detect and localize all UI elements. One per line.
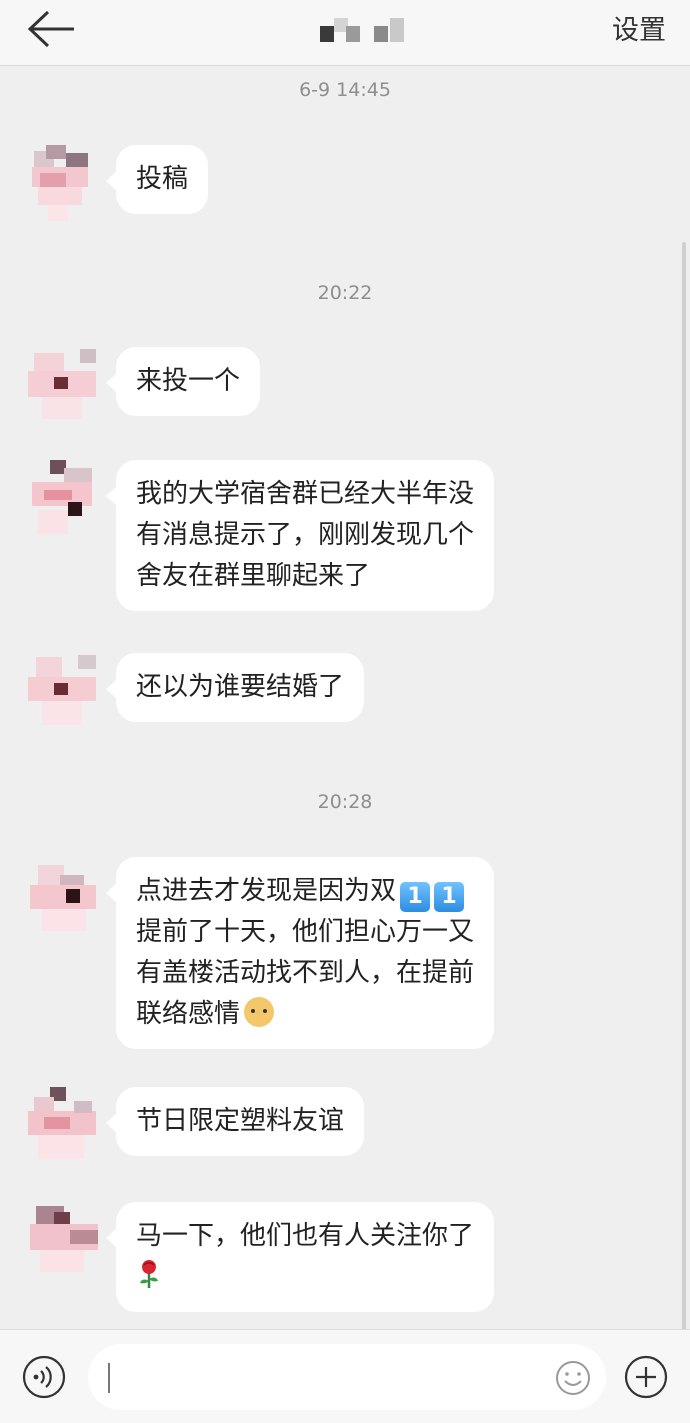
message-bubble[interactable]: 节日限定塑料友谊 <box>105 1087 365 1156</box>
avatar[interactable] <box>24 1200 104 1280</box>
avatar[interactable] <box>24 347 104 427</box>
message-text: 点进去才发现是因为双 <box>136 876 397 906</box>
message-bubble[interactable]: 来投一个 <box>105 347 261 416</box>
message-text: 还以为谁要结婚了 <box>136 672 345 702</box>
keycap-one-emoji: 1 <box>434 882 465 912</box>
smile-icon <box>556 1361 590 1395</box>
message-text: 投稿 <box>136 164 189 194</box>
timestamp: 20:28 <box>317 791 373 813</box>
avatar[interactable] <box>24 859 104 939</box>
message-list[interactable]: 6-9 14:45 投稿 20:22 来投一个 我的大学宿舍群已经大半年没 有消… <box>0 67 690 1332</box>
voice-icon <box>22 1355 66 1399</box>
message-input[interactable] <box>88 1344 606 1410</box>
message-bubble[interactable]: 点进去才发现是因为双 1 1 提前了十天，他们担心万一又 有盖楼活动找不到人，在提前… <box>105 857 495 1049</box>
message-text: 我的大学宿舍群已经大半年没 <box>136 479 475 509</box>
back-button[interactable] <box>22 8 82 48</box>
message-text: 来投一个 <box>136 366 241 396</box>
settings-button[interactable]: 设置 <box>612 8 666 47</box>
avatar[interactable] <box>24 653 104 733</box>
more-button[interactable] <box>624 1355 668 1399</box>
text-caret <box>108 1363 110 1393</box>
emoji-button[interactable] <box>555 1360 591 1396</box>
chat-title-blurred <box>316 14 408 44</box>
message-text: 有消息提示了，刚刚发现几个 <box>136 520 475 550</box>
message-text: 提前了十天，他们担心万一又 <box>136 917 475 947</box>
avatar[interactable] <box>24 145 104 225</box>
voice-button[interactable] <box>22 1355 66 1399</box>
back-arrow-icon <box>27 10 74 48</box>
message-text: 节日限定塑料友谊 <box>136 1106 345 1136</box>
chat-header: 设置 <box>0 0 690 66</box>
timestamp: 6-9 14:45 <box>299 79 391 101</box>
timestamp: 20:22 <box>317 282 373 304</box>
avatar[interactable] <box>24 460 104 540</box>
scrollbar[interactable] <box>682 242 686 1332</box>
message-bubble[interactable]: 马一下，他们也有人关注你了 <box>105 1202 495 1312</box>
plus-icon <box>624 1355 668 1399</box>
message-text: 有盖楼活动找不到人，在提前 <box>136 958 475 988</box>
message-text: 舍友在群里聊起来了 <box>136 561 371 591</box>
message-text: 联络感情 <box>136 999 241 1029</box>
message-bubble[interactable]: 还以为谁要结婚了 <box>105 653 365 722</box>
message-bubble[interactable]: 我的大学宿舍群已经大半年没 有消息提示了，刚刚发现几个 舍友在群里聊起来了 <box>105 460 495 611</box>
input-bar <box>0 1329 690 1423</box>
avatar[interactable] <box>24 1087 104 1167</box>
message-bubble[interactable]: 投稿 <box>105 145 209 214</box>
keycap-one-emoji: 1 <box>400 882 431 912</box>
doge-emoji-icon <box>244 997 275 1027</box>
message-text: 马一下，他们也有人关注你了 <box>136 1221 475 1251</box>
rose-emoji-icon <box>140 1260 158 1288</box>
